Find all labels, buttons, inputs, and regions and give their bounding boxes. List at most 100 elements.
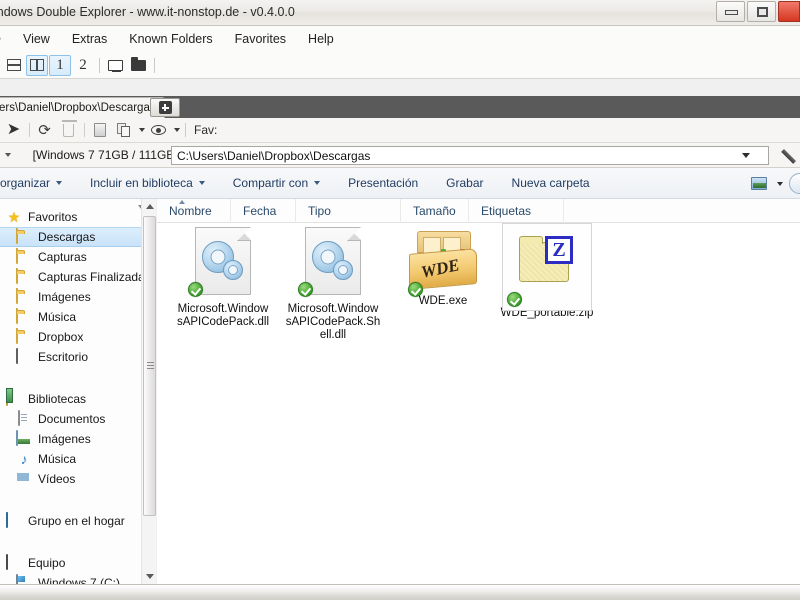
panel-two-button[interactable]: 2 — [72, 55, 94, 76]
menu-item-known-folders[interactable]: Known Folders — [118, 29, 223, 49]
computer-view-button[interactable] — [104, 55, 126, 76]
menu-item-help[interactable]: Help — [297, 29, 345, 49]
green-check-icon — [188, 282, 203, 297]
sidebar-group-favoritos: ★ Favoritos Descargas Capturas Capturas … — [0, 207, 150, 367]
menu-item-view[interactable]: View — [12, 29, 61, 49]
star-icon: ★ — [7, 209, 21, 225]
include-in-library-button[interactable]: Incluir en biblioteca — [76, 176, 219, 190]
column-header-tipo[interactable]: Tipo — [296, 198, 401, 223]
address-row: :\ [Windows 7 71GB / 111GB] C:\Users\Dan… — [0, 143, 800, 168]
sidebar-item-capturas[interactable]: Capturas — [0, 247, 150, 267]
copy-icon — [116, 123, 131, 137]
chevron-down-icon-viewmode[interactable] — [777, 181, 783, 186]
menu-item-favorites[interactable]: Favorites — [224, 29, 297, 49]
navigation-sidebar[interactable]: ★ Favoritos Descargas Capturas Capturas … — [0, 199, 150, 584]
organize-button[interactable]: organizar — [0, 176, 76, 190]
column-label: Nombre — [169, 203, 212, 218]
sidebar-item-musica[interactable]: Música — [0, 307, 150, 327]
panel-one-button[interactable]: 1 — [49, 54, 71, 76]
sidebar-item-capturas-finalizadas[interactable]: Capturas Finalizadas — [0, 267, 150, 287]
address-input[interactable]: C:\Users\Daniel\Dropbox\Descargas — [171, 146, 769, 165]
edit-path-icon[interactable] — [782, 147, 800, 165]
column-header-tamano[interactable]: Tamaño — [401, 198, 469, 223]
new-file-button[interactable] — [88, 120, 111, 141]
column-header-etiquetas[interactable]: Etiquetas — [469, 198, 564, 223]
delete-button[interactable] — [57, 119, 80, 141]
sidebar-item-descargas[interactable]: Descargas — [0, 227, 150, 247]
new-tab-button[interactable] — [150, 98, 180, 117]
folder-view-button[interactable] — [127, 55, 149, 76]
folder-icon — [130, 56, 146, 71]
sidebar-item-label: Imágenes — [38, 432, 91, 446]
column-header-fecha[interactable]: Fecha — [231, 198, 296, 223]
file-item[interactable]: Microsoft.WindowsAPICodePack.Shell.dll — [285, 225, 381, 342]
column-header-empty[interactable] — [564, 199, 684, 223]
tab-descargas[interactable]: ers\Daniel\Dropbox\Descargas — [0, 97, 165, 118]
sidebar-header-label: Grupo en el hogar — [28, 514, 125, 528]
sidebar-item-documentos[interactable]: Documentos — [0, 409, 150, 429]
sidebar-header-equipo[interactable]: Equipo — [0, 553, 150, 573]
chevron-down-icon-share — [314, 181, 321, 185]
sidebar-item-imagenes[interactable]: Imágenes — [0, 287, 150, 307]
vertical-split-icon — [30, 59, 44, 71]
close-button[interactable] — [778, 1, 800, 22]
vertical-split-button[interactable] — [26, 54, 48, 76]
share-with-button[interactable]: Compartir con — [219, 176, 334, 190]
column-header-row: Nombre Fecha Tipo Tamaño Etiquetas — [157, 198, 800, 223]
green-check-icon — [298, 282, 313, 297]
horizontal-split-button[interactable] — [3, 55, 25, 76]
maximize-button[interactable] — [747, 1, 776, 22]
sidebar-header-bibliotecas[interactable]: Bibliotecas — [0, 389, 150, 409]
menu-item-file[interactable]: e — [0, 29, 12, 49]
menu-bar: e View Extras Known Folders Favorites He… — [0, 26, 800, 52]
copy-dropdown-button[interactable] — [136, 120, 146, 141]
gear-icon-small — [223, 260, 243, 280]
command-bar-right — [751, 168, 800, 199]
computer-icon — [107, 59, 123, 72]
preview-button[interactable] — [147, 120, 170, 141]
drive-selector[interactable]: :\ — [0, 148, 11, 162]
triangle-down-icon — [145, 574, 154, 579]
scrollbar-thumb[interactable] — [143, 216, 156, 516]
forward-arrow-icon: ➤ — [6, 121, 21, 138]
scroll-up-button[interactable] — [142, 199, 157, 214]
refresh-button[interactable]: ⟳ — [33, 120, 56, 141]
file-item[interactable]: Z WDE_portable.zip — [499, 223, 595, 320]
folder-icon — [16, 328, 18, 344]
forward-button[interactable]: ➤ — [2, 120, 25, 141]
help-button[interactable] — [789, 173, 800, 194]
sidebar-item-windows-7-c[interactable]: Windows 7 (C:) — [0, 205, 150, 584]
sidebar-header-favoritos[interactable]: ★ Favoritos — [0, 207, 150, 227]
sidebar-item-label: Capturas Finalizadas — [38, 270, 150, 284]
library-icon — [6, 390, 8, 406]
sidebar-item-musica-lib[interactable]: ♪ Música — [0, 449, 150, 469]
file-item[interactable]: Microsoft.WindowsAPICodePack.dll — [175, 225, 271, 329]
eye-icon — [151, 125, 166, 135]
preview-dropdown-button[interactable] — [171, 120, 181, 141]
dll-icon — [305, 227, 361, 295]
sidebar-item-imagenes-lib[interactable]: Imágenes — [0, 429, 150, 449]
desktop-icon — [16, 348, 18, 364]
window-title: indows Double Explorer - www.it-nonstop.… — [0, 5, 295, 19]
sidebar-group-equipo: Equipo Windows 7 (C:) — [0, 205, 150, 584]
view-mode-icon[interactable] — [751, 177, 767, 190]
column-header-nombre[interactable]: Nombre — [157, 198, 231, 223]
burn-button[interactable]: Grabar — [432, 176, 497, 190]
new-folder-button[interactable]: Nueva carpeta — [498, 176, 604, 190]
file-list-pane[interactable]: Microsoft.WindowsAPICodePack.dll Microso… — [157, 223, 800, 584]
scroll-down-button[interactable] — [142, 569, 157, 584]
sidebar-header-grupo-en-el-hogar[interactable]: Grupo en el hogar — [0, 511, 150, 531]
menu-item-extras[interactable]: Extras — [61, 29, 118, 49]
minimize-button[interactable] — [716, 1, 745, 22]
file-item[interactable]: WDE WDE.exe — [395, 225, 491, 308]
sidebar-scrollbar[interactable] — [141, 199, 156, 584]
trash-icon — [61, 119, 77, 137]
folder-icon — [16, 248, 18, 264]
sidebar-item-escritorio[interactable]: Escritorio — [0, 347, 150, 367]
chevron-down-icon-address[interactable] — [742, 153, 750, 158]
copy-button[interactable] — [112, 120, 135, 141]
sidebar-item-dropbox[interactable]: Dropbox — [0, 327, 150, 347]
drive-icon — [16, 574, 18, 584]
slideshow-button[interactable]: Presentación — [334, 176, 432, 190]
sidebar-item-videos[interactable]: Vídeos — [0, 469, 150, 489]
